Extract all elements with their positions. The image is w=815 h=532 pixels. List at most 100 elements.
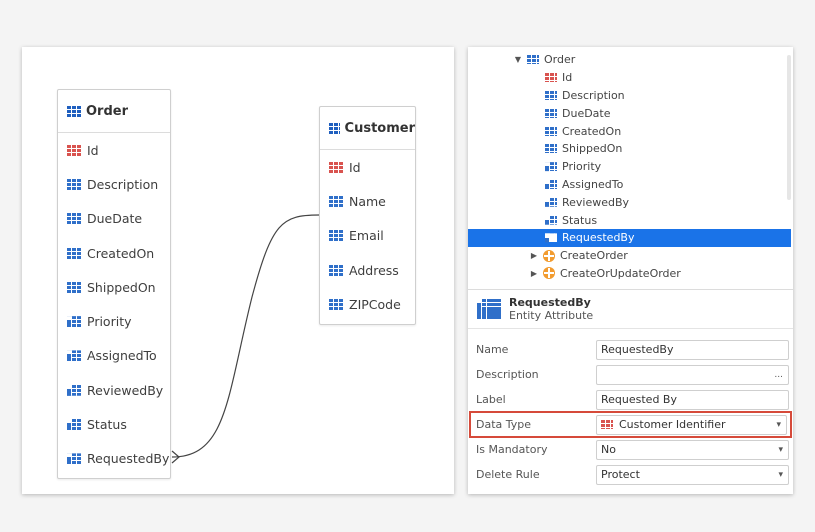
attr-order-priority[interactable]: Priority: [58, 304, 170, 338]
foreign-key-icon: [67, 419, 81, 431]
attr-label: CreatedOn: [87, 245, 155, 261]
attr-label: DueDate: [87, 211, 143, 227]
attr-order-requestedby[interactable]: RequestedBy: [58, 442, 170, 476]
foreign-key-icon: [67, 316, 81, 328]
tree-item-label: Status: [562, 213, 598, 227]
ellipsis-button[interactable]: ...: [774, 370, 783, 380]
attribute-icon: [329, 298, 343, 310]
attribute-icon: [545, 90, 557, 100]
tree-item-requestedby[interactable]: RequestedBy: [468, 228, 791, 247]
foreign-key-icon: [545, 179, 557, 189]
prop-row-is-mandatory: Is Mandatory No ▾: [468, 437, 793, 462]
entity-diagram-canvas[interactable]: Order Id Description DueDate CreatedOn S…: [22, 47, 454, 494]
entity-icon: [527, 55, 539, 65]
tree-item-description[interactable]: Description: [468, 87, 791, 105]
tree-item-order[interactable]: ▼ Order: [468, 51, 791, 69]
tree-item-status[interactable]: Status: [468, 211, 791, 229]
properties-grid: Name RequestedBy Description ... Label R…: [468, 337, 793, 487]
attr-customer-id[interactable]: Id: [320, 150, 415, 184]
name-input[interactable]: RequestedBy: [596, 339, 789, 360]
foreign-key-icon: [545, 215, 557, 225]
entity-customer[interactable]: Customer Id Name Email Address ZIPCode: [319, 106, 416, 325]
prop-label: Label: [476, 393, 506, 406]
caret-right-icon[interactable]: ▶: [529, 251, 539, 260]
is-mandatory-select[interactable]: No ▾: [596, 439, 789, 460]
prop-row-name: Name RequestedBy: [468, 337, 793, 362]
entity-order-header[interactable]: Order: [58, 90, 170, 133]
caret-right-icon[interactable]: ▶: [529, 269, 539, 278]
tree-item-createorder[interactable]: ▶ CreateOrder: [468, 247, 791, 265]
tree-item-assignedto[interactable]: AssignedTo: [468, 176, 791, 194]
foreign-key-icon: [67, 384, 81, 396]
attr-label: Name: [349, 193, 386, 209]
label-value: Requested By: [601, 393, 677, 406]
primary-key-icon: [67, 144, 81, 156]
entity-icon: [329, 122, 340, 134]
label-input[interactable]: Requested By: [596, 389, 789, 410]
delete-rule-select[interactable]: Protect ▾: [596, 464, 789, 485]
tree-item-label: Order: [544, 53, 576, 67]
attribute-icon: [545, 108, 557, 118]
tree-item-label: CreateOrder: [560, 249, 628, 263]
tree-item-label: Id: [562, 71, 573, 85]
attr-customer-zipcode[interactable]: ZIPCode: [320, 287, 415, 321]
tree-item-createdon[interactable]: CreatedOn: [468, 122, 791, 140]
entity-customer-header[interactable]: Customer: [320, 107, 415, 150]
attribute-icon: [329, 195, 343, 207]
description-input[interactable]: ...: [596, 364, 789, 385]
attr-customer-address[interactable]: Address: [320, 253, 415, 287]
data-type-select[interactable]: Customer Identifier ▾: [596, 414, 787, 435]
attr-order-createdon[interactable]: CreatedOn: [58, 236, 170, 270]
tree-item-label: ReviewedBy: [562, 195, 630, 209]
tree-scrollbar[interactable]: [787, 55, 791, 200]
prop-row-delete-rule: Delete Rule Protect ▾: [468, 462, 793, 487]
attr-label: RequestedBy: [87, 451, 170, 467]
attr-order-description[interactable]: Description: [58, 167, 170, 201]
properties-subtitle: Entity Attribute: [509, 309, 594, 322]
tree-item-id[interactable]: Id: [468, 69, 791, 87]
tree-item-createorupdateorder[interactable]: ▶ CreateOrUpdateOrder: [468, 265, 791, 283]
foreign-key-icon: [67, 453, 81, 465]
attribute-icon: [329, 230, 343, 242]
data-type-value: Customer Identifier: [619, 418, 726, 431]
identifier-icon: [601, 420, 613, 429]
attribute-icon: [67, 281, 81, 293]
tree-item-priority[interactable]: Priority: [468, 158, 791, 176]
attr-order-status[interactable]: Status: [58, 407, 170, 441]
attr-label: Email: [349, 228, 384, 244]
chevron-down-icon: ▾: [778, 444, 783, 455]
attr-customer-name[interactable]: Name: [320, 184, 415, 218]
tree-item-label: DueDate: [562, 106, 611, 120]
prop-label: Description: [476, 368, 539, 381]
attribute-icon: [545, 144, 557, 154]
element-tree[interactable]: ▼ Order Id Description DueDate CreatedOn…: [468, 51, 791, 282]
tree-item-label: CreateOrUpdateOrder: [560, 266, 681, 280]
tree-item-label: CreatedOn: [562, 124, 622, 138]
attribute-icon: [545, 126, 557, 136]
tree-item-reviewedby[interactable]: ReviewedBy: [468, 193, 791, 211]
entity-order[interactable]: Order Id Description DueDate CreatedOn S…: [57, 89, 171, 479]
attr-order-id[interactable]: Id: [58, 133, 170, 167]
attr-order-duedate[interactable]: DueDate: [58, 202, 170, 236]
attr-label: Priority: [87, 314, 132, 330]
foreign-key-icon: [545, 162, 557, 172]
prop-label: Name: [476, 343, 509, 356]
delete-rule-value: Protect: [601, 468, 640, 481]
name-value: RequestedBy: [601, 343, 674, 356]
attr-label: Status: [87, 417, 127, 433]
properties-header: RequestedBy Entity Attribute: [468, 289, 793, 329]
attr-customer-email[interactable]: Email: [320, 219, 415, 253]
attribute-icon: [67, 247, 81, 259]
tree-item-duedate[interactable]: DueDate: [468, 104, 791, 122]
prop-row-description: Description ...: [468, 362, 793, 387]
attr-order-reviewedby[interactable]: ReviewedBy: [58, 373, 170, 407]
attr-order-shippedon[interactable]: ShippedOn: [58, 270, 170, 304]
prop-label: Is Mandatory: [476, 443, 548, 456]
tree-item-shippedon[interactable]: ShippedOn: [468, 140, 791, 158]
caret-down-icon[interactable]: ▼: [513, 55, 523, 64]
attr-label: ZIPCode: [349, 296, 401, 312]
attr-order-assignedto[interactable]: AssignedTo: [58, 339, 170, 373]
entity-icon: [67, 105, 81, 117]
primary-key-icon: [329, 161, 343, 173]
entity-action-icon: [543, 249, 555, 262]
